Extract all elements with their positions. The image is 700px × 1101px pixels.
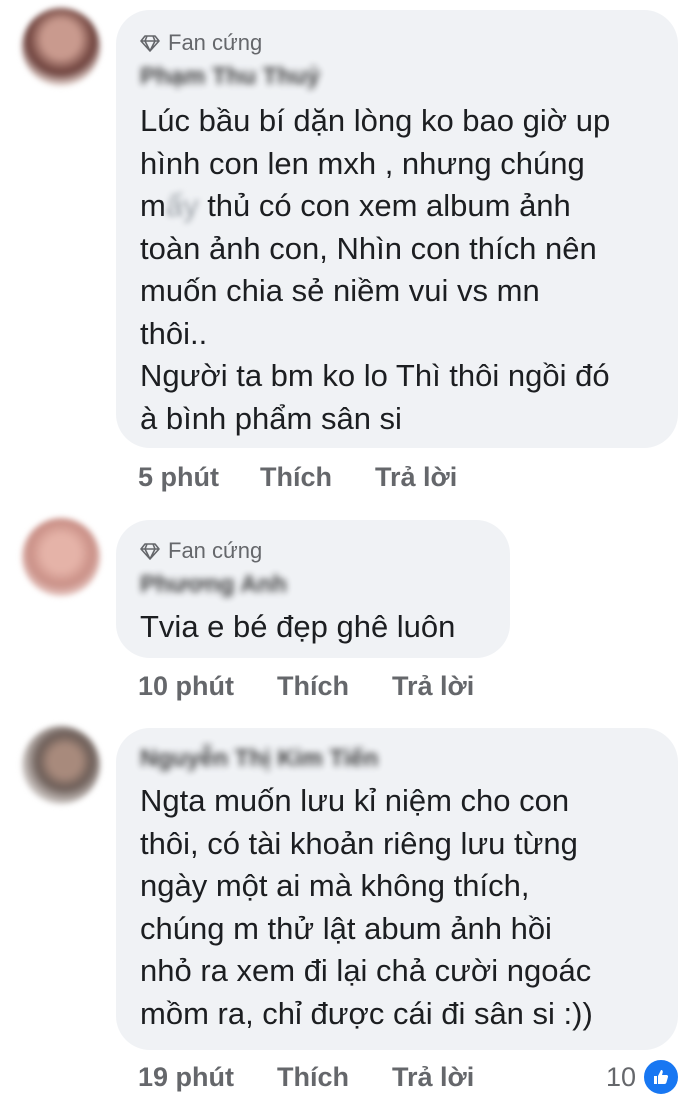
avatar[interactable] bbox=[22, 726, 100, 804]
comment-actions: 19 phút Thích Trả lời bbox=[138, 1057, 474, 1097]
like-button[interactable]: Thích bbox=[260, 457, 375, 497]
reply-button[interactable]: Trả lời bbox=[375, 457, 457, 497]
comment-bubble: Fan cứng Phương Anh Tvia e bé đẹp ghê lu… bbox=[116, 520, 510, 658]
like-button[interactable]: Thích bbox=[277, 666, 392, 706]
comment-actions: 10 phút Thích Trả lời bbox=[138, 666, 474, 706]
comment-bubble: Fan cứng Phạm Thu Thuỷ Lúc bầu bí dặn lò… bbox=[116, 10, 678, 448]
avatar[interactable] bbox=[22, 8, 100, 86]
comment-time[interactable]: 10 phút bbox=[138, 666, 277, 706]
redacted-text: ấy bbox=[165, 188, 199, 223]
comment-author[interactable]: Phương Anh bbox=[140, 568, 510, 602]
fan-badge-label: Fan cứng bbox=[168, 538, 263, 563]
comment-time[interactable]: 19 phút bbox=[138, 1057, 277, 1097]
fan-badge-label: Fan cứng bbox=[168, 30, 263, 55]
like-button[interactable]: Thích bbox=[277, 1057, 392, 1097]
like-thumb-icon bbox=[642, 1058, 681, 1096]
comment-text-part: thủ có con xem album ảnh toàn ảnh con, N… bbox=[140, 188, 610, 436]
fan-badge: Fan cứng bbox=[140, 536, 510, 566]
fan-badge: Fan cứng bbox=[140, 28, 678, 58]
diamond-icon bbox=[140, 35, 160, 52]
reaction-count: 10 bbox=[606, 1061, 637, 1092]
comment-text: Lúc bầu bí dặn lòng ko bao giờ up hình c… bbox=[140, 100, 678, 440]
diamond-icon bbox=[140, 543, 160, 560]
reply-button[interactable]: Trả lời bbox=[392, 666, 474, 706]
comment-actions: 5 phút Thích Trả lời bbox=[138, 457, 457, 497]
comment-bubble: Nguyễn Thị Kim Tiến Ngta muốn lưu kỉ niệ… bbox=[116, 728, 678, 1050]
reaction-summary[interactable]: 10 bbox=[606, 1057, 681, 1097]
comment-text: Tvia e bé đẹp ghê luôn bbox=[140, 609, 456, 644]
comment-author[interactable]: Nguyễn Thị Kim Tiến bbox=[140, 742, 678, 776]
comment-time[interactable]: 5 phút bbox=[138, 457, 260, 497]
avatar[interactable] bbox=[22, 518, 100, 596]
reply-button[interactable]: Trả lời bbox=[392, 1057, 474, 1097]
comment-author[interactable]: Phạm Thu Thuỷ bbox=[140, 60, 678, 94]
comment-text: Ngta muốn lưu kỉ niệm cho con thôi, có t… bbox=[140, 783, 593, 1031]
